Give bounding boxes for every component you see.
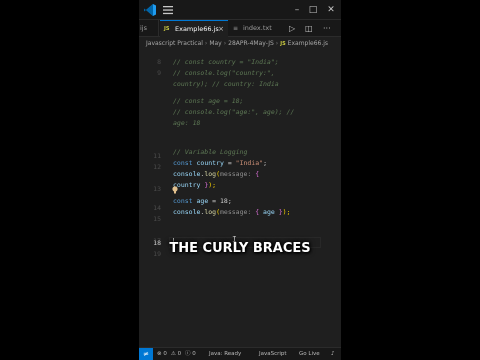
tab-index-txt[interactable]: ≡ index.txt xyxy=(229,20,279,37)
line-number xyxy=(139,225,161,236)
breadcrumb-item[interactable]: May xyxy=(209,37,221,50)
code-line: // const age = 18; xyxy=(173,97,244,105)
language-mode[interactable]: JavaScript xyxy=(259,348,287,360)
close-window-button[interactable]: ✕ xyxy=(325,4,337,16)
minimize-button[interactable]: – xyxy=(291,4,303,16)
line-number xyxy=(139,134,161,145)
code-token: log xyxy=(204,208,217,216)
code-token: ); xyxy=(282,208,291,216)
notifications-bell-icon[interactable]: ♪ xyxy=(331,348,335,360)
breadcrumb-item[interactable]: 28APR-4May-JS xyxy=(228,37,274,50)
tab-label: ijs xyxy=(140,24,147,32)
code-line: // const country = "India"; xyxy=(173,58,279,66)
code-line: age: 18 xyxy=(173,119,201,127)
line-number xyxy=(139,123,161,134)
code-line: // Variable Logging xyxy=(173,148,248,156)
line-number: 14 xyxy=(153,204,161,212)
maximize-button[interactable]: □ xyxy=(307,4,319,16)
java-status[interactable]: Java: Ready xyxy=(209,348,241,360)
code-line: // console.log("age:", age); // xyxy=(173,108,295,116)
code-line: console.log(message: { age }); xyxy=(173,207,290,218)
code-token: const xyxy=(173,159,193,167)
video-caption: THE CURLY BRACES xyxy=(169,241,311,256)
code-token: { xyxy=(251,170,260,178)
status-bar: ≠ ⊗ 0 ⚠ 0 ⓘ 0 Java: Ready JavaScript Go … xyxy=(139,347,341,360)
code-line: console.log(message: { xyxy=(173,169,259,180)
tab-example66[interactable]: JS Example66.js × xyxy=(160,20,228,37)
letterbox-left xyxy=(0,0,139,360)
code-token: console xyxy=(173,170,201,178)
line-number: 13 xyxy=(153,185,161,193)
breadcrumb: Javascript Practical › May › 28APR-4May-JS › J… xyxy=(139,37,341,50)
code-token: age xyxy=(259,208,275,216)
breadcrumb-file[interactable]: Example66.js xyxy=(286,37,328,50)
line-number: 8 xyxy=(157,58,161,66)
code-token: = xyxy=(223,159,236,167)
warnings-count[interactable]: ⚠ 0 xyxy=(171,348,181,360)
line-number xyxy=(139,101,161,112)
close-tab-icon[interactable]: × xyxy=(218,21,224,38)
line-number xyxy=(139,90,161,101)
letterbox-right xyxy=(341,0,480,360)
run-icon[interactable]: ▷ xyxy=(289,20,295,37)
code-line: country }); xyxy=(173,180,216,191)
code-token: "India" xyxy=(235,159,264,167)
line-number xyxy=(139,173,161,184)
code-token: = 18; xyxy=(208,197,232,205)
title-bar: – □ ✕ xyxy=(139,0,341,20)
editor-tab-bar: ijs JS Example66.js × ≡ index.txt ▷ ◫ ··… xyxy=(139,20,341,37)
line-number: 15 xyxy=(153,215,161,223)
code-token: country xyxy=(196,159,224,167)
info-count[interactable]: ⓘ 0 xyxy=(185,348,196,360)
vscode-window: – □ ✕ ijs JS Example66.js × ≡ index.txt … xyxy=(139,0,341,360)
code-token: console xyxy=(173,208,201,216)
remote-indicator-icon[interactable]: ≠ xyxy=(139,348,153,360)
tab-previous-file[interactable]: ijs xyxy=(139,20,159,37)
code-token: age xyxy=(196,197,209,205)
code-token: } xyxy=(274,208,283,216)
go-live-button[interactable]: Go Live xyxy=(299,348,320,360)
text-file-icon: ≡ xyxy=(233,25,239,32)
hamburger-menu-icon[interactable] xyxy=(161,3,175,17)
tab-label: Example66.js xyxy=(175,25,219,33)
line-number xyxy=(139,112,161,123)
code-editor[interactable]: 8 9 11 12 13 14 15 17 18 19 // const cou… xyxy=(139,51,341,347)
parameter-hint: message: xyxy=(220,208,252,216)
more-actions-icon[interactable]: ··· xyxy=(323,20,331,37)
split-editor-icon[interactable]: ◫ xyxy=(305,20,313,37)
code-line: country); // country: India xyxy=(173,80,279,88)
javascript-file-icon: JS xyxy=(164,26,170,32)
lightbulb-icon[interactable] xyxy=(172,186,178,194)
line-number xyxy=(139,79,161,90)
line-number: 9 xyxy=(157,69,161,77)
code-line: const country = "India"; xyxy=(173,158,267,169)
line-number: 11 xyxy=(153,152,161,160)
code-token: ; xyxy=(263,159,267,167)
code-line: // console.log("country:", xyxy=(173,69,275,77)
vscode-logo-icon[interactable] xyxy=(143,3,157,17)
code-token: log xyxy=(204,170,217,178)
tab-label: index.txt xyxy=(243,24,272,32)
breadcrumb-item[interactable]: Javascript Practical xyxy=(146,37,203,50)
line-number: 12 xyxy=(153,163,161,171)
code-line: const age = 18; xyxy=(173,196,232,207)
parameter-hint: message: xyxy=(220,170,252,178)
code-token: { xyxy=(251,208,260,216)
errors-count[interactable]: ⊗ 0 xyxy=(157,348,167,360)
code-token: const xyxy=(173,197,193,205)
code-token: ); xyxy=(208,181,217,189)
